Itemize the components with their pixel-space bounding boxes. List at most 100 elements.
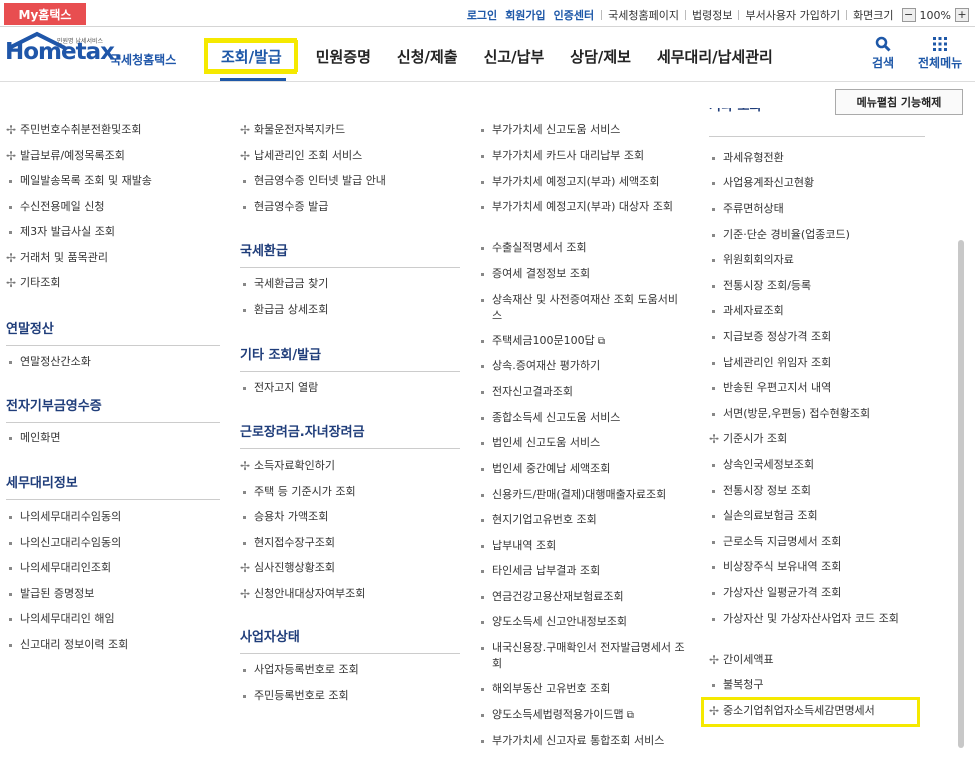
menu-section-title[interactable]: 근로장려금.자녀장려금 bbox=[240, 421, 460, 449]
menu-item[interactable]: 현금영수증 발급 bbox=[240, 199, 460, 215]
menu-item[interactable]: 환급금 상세조회 bbox=[240, 302, 460, 318]
menu-item[interactable]: ✢ 신청안내대상자여부조회 bbox=[240, 586, 460, 602]
menu-item[interactable]: 나의신고대리수임동의 bbox=[6, 535, 216, 551]
menu-item[interactable]: 전통시장 조회/등록 bbox=[709, 278, 899, 294]
join-link[interactable]: 회원가입 bbox=[505, 7, 545, 23]
nav-consult-report[interactable]: 상담/제보 bbox=[557, 40, 644, 72]
cert-center-link[interactable]: 인증센터 bbox=[554, 7, 594, 23]
menu-item[interactable]: 나의세무대리인 해임 bbox=[6, 611, 216, 627]
menu-item[interactable]: ✢ 주민번호수취분전환및조회 bbox=[6, 122, 216, 138]
scrollbar[interactable] bbox=[958, 240, 964, 748]
nav-tax-agent[interactable]: 세무대리/납세관리 bbox=[644, 40, 786, 72]
menu-item[interactable]: 부가가치세 신고도움 서비스 bbox=[478, 122, 688, 138]
menu-item[interactable]: 증여세 결정정보 조회 bbox=[478, 266, 688, 282]
menu-item[interactable]: 주민등록번호로 조회 bbox=[240, 688, 460, 704]
menu-item[interactable]: 위원회회의자료 bbox=[709, 252, 899, 268]
menu-item[interactable]: 납세관리인 위임자 조회 bbox=[709, 355, 899, 371]
menu-item[interactable]: 사업자등록번호로 조회 bbox=[240, 662, 460, 678]
menu-item[interactable]: 가상자산 및 가상자산사업자 코드 조회 bbox=[709, 611, 899, 627]
menu-item[interactable]: 불복청구 bbox=[709, 677, 899, 693]
menu-item[interactable]: 부가가치세 신고자료 통합조회 서비스 bbox=[478, 733, 688, 749]
menu-item[interactable]: 현금영수증 인터넷 발급 안내 bbox=[240, 173, 460, 189]
all-menu-button[interactable]: 전체메뉴 bbox=[918, 36, 962, 71]
menu-item[interactable]: 사업용계좌신고현황 bbox=[709, 175, 899, 191]
nav-apply-submit[interactable]: 신청/제출 bbox=[384, 40, 471, 72]
menu-item[interactable]: 과세유형전환 bbox=[709, 150, 899, 166]
menu-item[interactable]: 신용카드/판매(결제)대행매출자료조회 bbox=[478, 487, 688, 503]
menu-item[interactable]: 메인화면 bbox=[6, 430, 216, 446]
search-button[interactable]: 검색 bbox=[872, 36, 894, 71]
menu-section-title[interactable]: 세무대리정보 bbox=[6, 472, 220, 500]
menu-item[interactable]: 상속.증여재산 평가하기 bbox=[478, 358, 688, 374]
menu-item[interactable]: ✢ 화물운전자복지카드 bbox=[240, 122, 460, 138]
menu-item[interactable]: 과세자료조회 bbox=[709, 303, 899, 319]
menu-item[interactable]: 발급된 증명정보 bbox=[6, 586, 216, 602]
nts-homepage-link[interactable]: 국세청홈페이지 bbox=[608, 7, 679, 23]
menu-section-title[interactable]: 기타 조회/발급 bbox=[240, 344, 460, 372]
menu-item[interactable]: 해외부동산 고유번호 조회 bbox=[478, 681, 688, 697]
menu-item[interactable]: 반송된 우편고지서 내역 bbox=[709, 380, 899, 396]
menu-section-title[interactable]: 사업자상태 bbox=[240, 626, 460, 654]
menu-item[interactable]: ✢ 거래처 및 품목관리 bbox=[6, 250, 216, 266]
menu-item[interactable]: 국세환급금 찾기 bbox=[240, 276, 460, 292]
menu-item[interactable]: ✢ 간이세액표 bbox=[709, 652, 899, 668]
menu-section-title[interactable]: 전자기부금영수증 bbox=[6, 395, 220, 423]
menu-item[interactable]: ✢ 기타조회 bbox=[6, 275, 216, 291]
zoom-out-button[interactable]: − bbox=[901, 8, 916, 22]
dept-user-join-link[interactable]: 부서사용자 가입하기 bbox=[745, 7, 840, 23]
menu-item[interactable]: 법인세 중간예납 세액조회 bbox=[478, 461, 688, 477]
menu-item[interactable]: 가상자산 일평균가격 조회 bbox=[709, 585, 899, 601]
menu-item-label: 주류면허상태 bbox=[723, 202, 784, 215]
menu-item[interactable]: 부가가치세 예정고지(부과) 세액조회 bbox=[478, 174, 688, 190]
menu-item[interactable]: 제3자 발급사실 조회 bbox=[6, 224, 216, 240]
menu-item[interactable]: 종합소득세 신고도움 서비스 bbox=[478, 410, 688, 426]
zoom-in-button[interactable]: + bbox=[955, 8, 969, 22]
menu-item[interactable]: 상속인국세정보조회 bbox=[709, 457, 899, 473]
menu-item[interactable]: ✢ 납세관리인 조회 서비스 bbox=[240, 148, 460, 164]
menu-item[interactable]: ✢ 발급보류/예정목록조회 bbox=[6, 148, 216, 164]
menu-item[interactable]: 법인세 신고도움 서비스 bbox=[478, 435, 688, 451]
menu-item[interactable]: 양도소득세법령적용가이드맵 ⧉ bbox=[478, 707, 688, 724]
menu-item[interactable]: 주류면허상태 bbox=[709, 201, 899, 217]
menu-section-title[interactable]: 국세환급 bbox=[240, 240, 460, 268]
menu-item[interactable]: 나의세무대리인조회 bbox=[6, 560, 216, 576]
menu-item[interactable]: 납부내역 조회 bbox=[478, 538, 688, 554]
menu-item[interactable]: 기준·단순 경비율(업종코드) bbox=[709, 227, 899, 243]
menu-item[interactable]: 나의세무대리수임동의 bbox=[6, 509, 216, 525]
menu-item[interactable]: 수신전용메일 신청 bbox=[6, 199, 216, 215]
menu-item[interactable]: 타인세금 납부결과 조회 bbox=[478, 563, 688, 579]
menu-item[interactable]: 전통시장 정보 조회 bbox=[709, 483, 899, 499]
law-info-link[interactable]: 법령정보 bbox=[692, 7, 732, 23]
nav-civil-cert[interactable]: 민원증명 bbox=[303, 40, 384, 72]
menu-item[interactable]: 부가가치세 예정고지(부과) 대상자 조회 bbox=[478, 199, 688, 215]
menu-item[interactable]: ✢ 기준시가 조회 bbox=[709, 431, 899, 447]
menu-item[interactable]: 전자고지 열람 bbox=[240, 380, 460, 396]
menu-item[interactable]: 연말정산간소화 bbox=[6, 354, 216, 370]
menu-item[interactable]: 수출실적명세서 조회 bbox=[478, 240, 688, 256]
my-hometax-tab[interactable]: My홈택스 bbox=[4, 3, 86, 25]
menu-item[interactable]: 양도소득세 신고안내정보조회 bbox=[478, 614, 688, 630]
login-link[interactable]: 로그인 bbox=[467, 7, 497, 23]
menu-item[interactable]: 내국신용장.구매확인서 전자발급명세서 조회 bbox=[478, 640, 688, 672]
menu-item[interactable]: 연금건강고용산재보험료조회 bbox=[478, 589, 688, 605]
menu-item[interactable]: 실손의료보험금 조회 bbox=[709, 508, 899, 524]
menu-section-title[interactable]: 연말정산 bbox=[6, 318, 220, 346]
nav-report-pay[interactable]: 신고/납부 bbox=[471, 40, 558, 72]
menu-item[interactable]: 신고대리 정보이력 조회 bbox=[6, 637, 216, 653]
hometax-logo[interactable]: 민원명 납세서비스 Hometax. 국세청홈택스 bbox=[5, 31, 190, 75]
menu-item[interactable]: 승용차 가액조회 bbox=[240, 509, 460, 525]
menu-item[interactable]: 부가가치세 카드사 대리납부 조회 bbox=[478, 148, 688, 164]
menu-item[interactable]: 주택 등 기준시가 조회 bbox=[240, 484, 460, 500]
menu-item[interactable]: 지급보증 정상가격 조회 bbox=[709, 329, 899, 345]
menu-item[interactable]: ✢ 소득자료확인하기 bbox=[240, 458, 460, 474]
menu-item[interactable]: 주택세금100문100답 ⧉ bbox=[478, 333, 688, 350]
menu-item[interactable]: 비상장주식 보유내역 조회 bbox=[709, 559, 899, 575]
menu-item[interactable]: 현지접수장구조회 bbox=[240, 535, 460, 551]
menu-item[interactable]: 상속재산 및 사전증여재산 조회 도움서비스 bbox=[478, 292, 688, 324]
menu-item[interactable]: 전자신고결과조회 bbox=[478, 384, 688, 400]
menu-item[interactable]: 메일발송목록 조회 및 재발송 bbox=[6, 173, 216, 189]
menu-item[interactable]: ✢ 심사진행상황조회 bbox=[240, 560, 460, 576]
menu-item[interactable]: 현지기업고유번호 조회 bbox=[478, 512, 688, 528]
menu-item[interactable]: 근로소득 지급명세서 조회 bbox=[709, 534, 899, 550]
menu-item[interactable]: 서면(방문,우편등) 접수현황조회 bbox=[709, 406, 899, 422]
